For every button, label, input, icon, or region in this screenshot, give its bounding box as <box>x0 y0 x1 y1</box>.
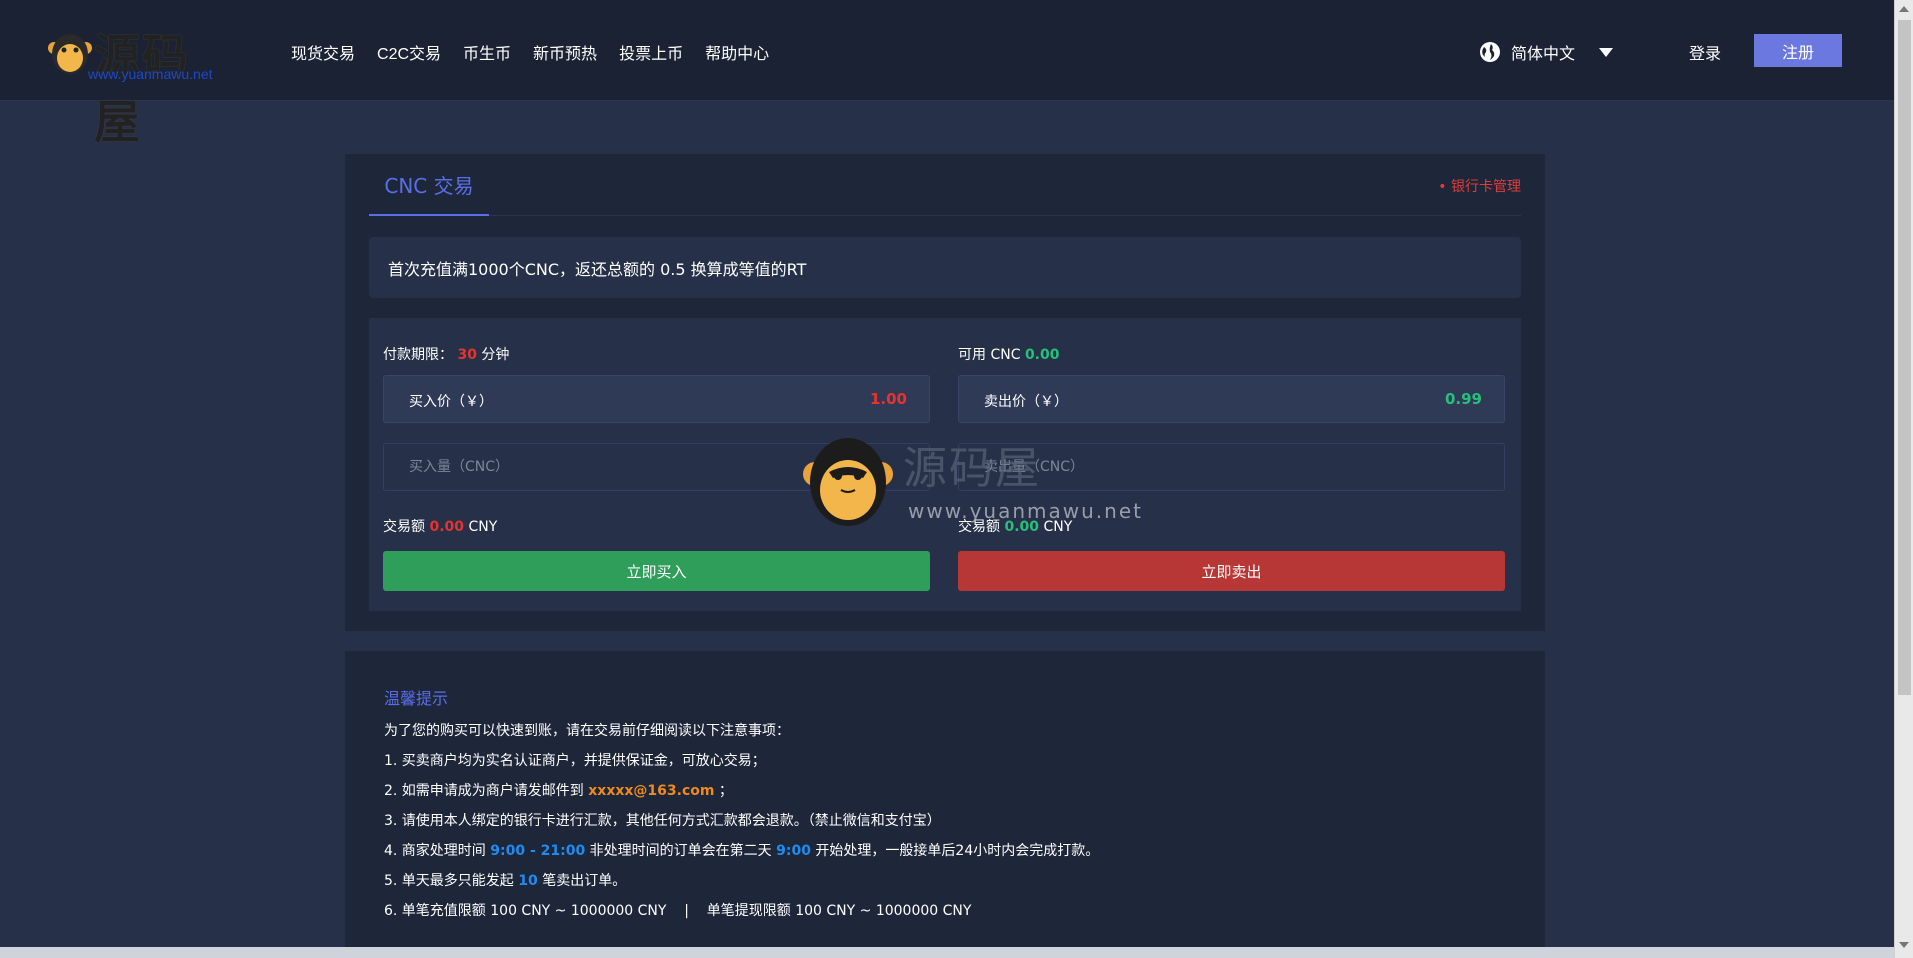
business-hours: 9:00 - 21:00 <box>490 843 586 859</box>
payment-deadline-label: 付款期限： <box>383 347 453 363</box>
tip-line-3: 3. 请使用本人绑定的银行卡进行汇款，其他任何方式汇款都会退款。（禁止微信和支付… <box>384 813 941 829</box>
nav-c2c-trading[interactable]: C2C交易 <box>377 40 441 64</box>
next-day-time: 9:00 <box>776 843 811 859</box>
sell-price-value: 0.99 <box>1444 390 1482 408</box>
tip-line-5-text: 5. 单天最多只能发起 <box>384 873 514 889</box>
buy-total-value: 0.00 <box>429 519 464 535</box>
chevron-down-icon <box>1599 47 1614 57</box>
tip-line-6: 6. 单笔充值限额 100 CNY ~ 1000000 CNY | 单笔提现限额… <box>384 903 972 919</box>
language-label: 简体中文 <box>1511 44 1576 63</box>
tips-list: 为了您的购买可以快速到账，请在交易前仔细阅读以下注意事项： 1. 买卖商户均为实… <box>384 721 1099 931</box>
cnc-trade-card: CNC 交易 • 银行卡管理 首次充值满1000个CNC，返还总额的 0.5 换… <box>345 154 1545 631</box>
available-balance-label: 可用 CNC <box>958 347 1021 363</box>
scroll-up-icon[interactable] <box>1899 6 1909 12</box>
tip-line-2-text: 2. 如需申请成为商户请发邮件到 <box>384 783 584 799</box>
nav-new-coin-preheat[interactable]: 新币预热 <box>533 40 597 64</box>
bank-card-management-link[interactable]: • 银行卡管理 <box>1438 176 1521 196</box>
tip-line-1: 1. 买卖商户均为实名认证商户，并提供保证金，可放心交易； <box>384 753 766 769</box>
top-header: 源码屋 www.yuanmawu.net 现货交易 C2C交易 币生币 新币预热… <box>0 0 1894 149</box>
buy-amount-input[interactable] <box>383 443 930 491</box>
login-link[interactable]: 登录 <box>1689 40 1721 64</box>
sell-now-button[interactable]: 立即卖出 <box>958 551 1505 591</box>
buy-total: 交易额 0.00 CNY <box>383 516 497 536</box>
vertical-scrollbar[interactable] <box>1894 0 1913 958</box>
scroll-down-icon[interactable] <box>1899 942 1909 948</box>
main-nav: 现货交易 C2C交易 币生币 新币预热 投票上币 帮助中心 <box>291 40 791 64</box>
tip-line-4-text: 4. 商家处理时间 <box>384 843 486 859</box>
logo-url: www.yuanmawu.net <box>88 66 213 82</box>
bottom-edge <box>0 947 1894 958</box>
register-button[interactable]: 注册 <box>1754 34 1842 67</box>
sell-price-label: 卖出价（￥） <box>984 394 1068 410</box>
buy-column: 付款期限： 30 分钟 买入价（￥） 1.00 交易额 0.00 CNY 立即买… <box>383 318 930 611</box>
sell-total-value: 0.00 <box>1004 519 1039 535</box>
site-logo[interactable]: 源码屋 www.yuanmawu.net <box>48 18 228 149</box>
scrollbar-thumb[interactable] <box>1898 20 1911 695</box>
buy-total-label: 交易额 <box>383 519 425 535</box>
merchant-email-link[interactable]: xxxxx@163.com <box>588 783 714 799</box>
promo-notice: 首次充值满1000个CNC，返还总额的 0.5 换算成等值的RT <box>369 237 1521 298</box>
nav-help-center[interactable]: 帮助中心 <box>705 40 769 64</box>
sell-total: 交易额 0.00 CNY <box>958 516 1072 536</box>
buy-price-value: 1.00 <box>869 390 907 408</box>
tip-line-2-end: ； <box>718 783 733 799</box>
sell-total-label: 交易额 <box>958 519 1000 535</box>
language-selector[interactable]: 简体中文 <box>1479 40 1614 64</box>
tips-title: 温馨提示 <box>384 689 449 708</box>
payment-deadline-unit: 分钟 <box>481 347 510 363</box>
tip-line-4-end: 开始处理，一般接单后24小时内会完成打款。 <box>815 843 1100 859</box>
sell-column: 可用 CNC 0.00 卖出价（￥） 0.99 交易额 0.00 CNY 立即卖… <box>958 318 1505 611</box>
trade-panel: 付款期限： 30 分钟 买入价（￥） 1.00 交易额 0.00 CNY 立即买… <box>369 318 1521 611</box>
nav-spot-trading[interactable]: 现货交易 <box>291 40 355 64</box>
tip-line-5-end: 笔卖出订单。 <box>542 873 627 889</box>
nav-coin-mining[interactable]: 币生币 <box>463 40 511 64</box>
sell-total-unit: CNY <box>1043 519 1073 535</box>
sell-price-box: 卖出价（￥） 0.99 <box>958 375 1505 423</box>
buy-total-unit: CNY <box>468 519 498 535</box>
tip-line-4: 4. 商家处理时间 9:00 - 21:00 非处理时间的订单会在第二天 9:0… <box>384 841 1099 871</box>
nav-vote-listing[interactable]: 投票上币 <box>619 40 683 64</box>
logo-text: 源码屋 <box>94 29 190 149</box>
tab-cnc-trade[interactable]: CNC 交易 <box>369 154 489 216</box>
buy-price-box: 买入价（￥） 1.00 <box>383 375 930 423</box>
available-balance: 可用 CNC 0.00 <box>958 344 1059 364</box>
monkey-logo-icon <box>48 34 92 74</box>
sell-amount-input[interactable] <box>958 443 1505 491</box>
tab-bar: CNC 交易 • 银行卡管理 <box>369 154 1521 216</box>
daily-order-limit: 10 <box>518 873 538 889</box>
payment-deadline: 付款期限： 30 分钟 <box>383 344 509 364</box>
globe-icon <box>1480 42 1500 62</box>
tips-intro: 为了您的购买可以快速到账，请在交易前仔细阅读以下注意事项： <box>384 723 790 739</box>
tip-line-5: 5. 单天最多只能发起 10 笔卖出订单。 <box>384 871 1099 901</box>
tip-line-4-mid: 非处理时间的订单会在第二天 <box>589 843 772 859</box>
available-balance-value: 0.00 <box>1024 347 1060 363</box>
payment-deadline-value: 30 <box>457 347 477 363</box>
tips-card: 温馨提示 为了您的购买可以快速到账，请在交易前仔细阅读以下注意事项： 1. 买卖… <box>345 651 1545 958</box>
tip-line-2: 2. 如需申请成为商户请发邮件到 xxxxx@163.com ； <box>384 781 1099 811</box>
buy-price-label: 买入价（￥） <box>409 394 493 410</box>
buy-now-button[interactable]: 立即买入 <box>383 551 930 591</box>
